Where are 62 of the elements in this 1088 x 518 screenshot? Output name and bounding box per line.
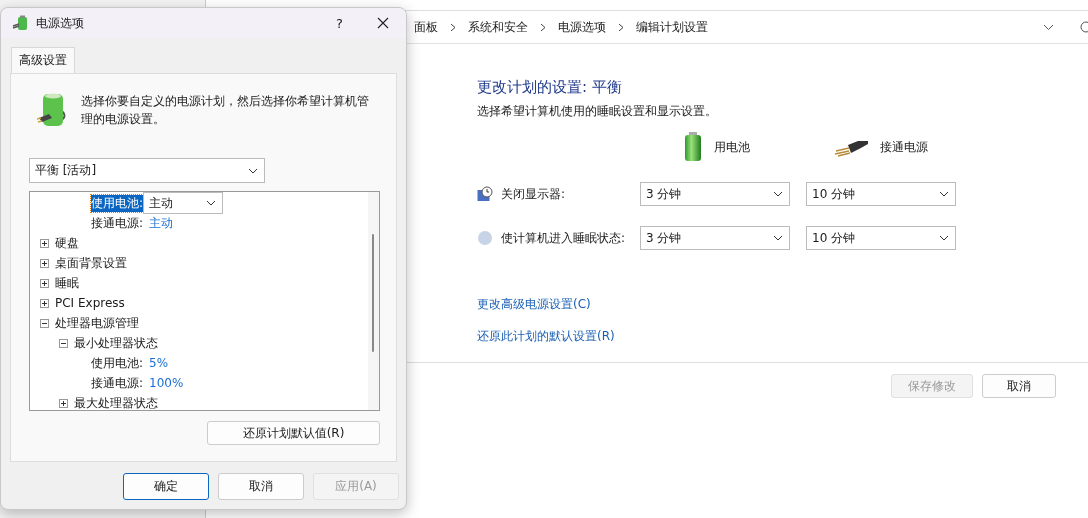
description-text: 选择你要自定义的电源计划，然后选择你希望计算机管理的电源设置。 bbox=[81, 93, 370, 128]
expand-icon[interactable] bbox=[40, 298, 49, 308]
restore-defaults-button[interactable]: 还原计划默认值(R) bbox=[207, 421, 380, 445]
chevron-down-icon[interactable] bbox=[1043, 23, 1054, 31]
dropdown[interactable]: 主动 bbox=[143, 192, 224, 214]
chevron-down-icon bbox=[248, 167, 258, 174]
tree-item[interactable]: 睡眠 bbox=[55, 274, 79, 292]
chevron-down-icon bbox=[206, 200, 217, 206]
button[interactable]: 确定 bbox=[123, 473, 209, 500]
link[interactable]: 还原此计划的默认设置(R) bbox=[477, 328, 615, 345]
tree-item[interactable]: 处理器电源管理 bbox=[55, 314, 139, 332]
breadcrumb-item[interactable]: 电源选项 bbox=[558, 18, 606, 36]
breadcrumb-item[interactable]: 系统和安全 bbox=[468, 18, 528, 36]
help-button[interactable]: ? bbox=[336, 15, 343, 31]
button[interactable]: 取消 bbox=[218, 473, 304, 500]
dropdown[interactable]: 10 分钟 bbox=[806, 182, 956, 206]
expand-icon[interactable] bbox=[40, 258, 49, 268]
tree-item[interactable]: 桌面背景设置 bbox=[55, 254, 127, 272]
dropdown[interactable]: 3 分钟 bbox=[640, 182, 790, 206]
link[interactable]: 更改高级电源设置(C) bbox=[477, 296, 591, 313]
expand-icon[interactable] bbox=[59, 398, 68, 408]
expand-icon[interactable] bbox=[40, 278, 49, 288]
setting-label: 接通电源: bbox=[91, 374, 144, 392]
plan-dropdown[interactable]: 平衡 [活动] bbox=[29, 158, 265, 183]
tree-item[interactable]: 最小处理器状态 bbox=[74, 334, 158, 352]
tab[interactable]: 高级设置 bbox=[11, 47, 75, 73]
tree-item[interactable]: 最大处理器状态 bbox=[74, 394, 158, 410]
page-subtitle: 选择希望计算机使用的睡眠设置和显示设置。 bbox=[477, 103, 718, 120]
collapse-icon[interactable] bbox=[59, 338, 68, 348]
setting-label[interactable]: 接通电源: bbox=[91, 214, 144, 232]
setting-value[interactable]: 主动 bbox=[149, 214, 174, 232]
breadcrumb-item[interactable]: 编辑计划设置 bbox=[636, 18, 708, 36]
page-title: 更改计划的设置: 平衡 bbox=[477, 78, 623, 97]
scrollbar-thumb[interactable] bbox=[372, 234, 374, 352]
setting-label: 关闭显示器: bbox=[501, 185, 566, 203]
battery-icon bbox=[684, 132, 702, 162]
chevron-down-icon bbox=[939, 235, 949, 241]
window-title: 电源选项 bbox=[36, 14, 85, 32]
setting-label[interactable]: 使用电池: bbox=[91, 194, 144, 212]
setting-value[interactable]: 100% bbox=[149, 376, 184, 390]
setting-value[interactable]: 5% bbox=[149, 356, 169, 370]
breadcrumb-item[interactable]: 面板 bbox=[414, 18, 438, 36]
dropdown[interactable]: 3 分钟 bbox=[640, 226, 790, 250]
column-header: 接通电源 bbox=[880, 138, 928, 156]
tree-item[interactable]: PCI Express bbox=[55, 296, 125, 310]
chevron-right-icon bbox=[450, 22, 456, 32]
close-icon[interactable] bbox=[377, 17, 389, 29]
chevron-right-icon bbox=[618, 22, 624, 32]
battery-plug-icon bbox=[12, 15, 28, 31]
expand-icon[interactable] bbox=[40, 238, 49, 248]
collapse-icon[interactable] bbox=[40, 318, 49, 328]
dropdown[interactable]: 10 分钟 bbox=[806, 226, 956, 250]
setting-label: 使计算机进入睡眠状态: bbox=[501, 229, 626, 247]
chevron-down-icon bbox=[939, 191, 949, 197]
tree-item[interactable]: 硬盘 bbox=[55, 234, 79, 252]
chevron-down-icon bbox=[773, 235, 783, 241]
button[interactable]: 取消 bbox=[982, 374, 1056, 398]
chevron-down-icon bbox=[773, 191, 783, 197]
column-header: 用电池 bbox=[714, 138, 750, 156]
chevron-right-icon bbox=[540, 22, 546, 32]
setting-label: 使用电池: bbox=[91, 354, 144, 372]
monitor-clock-icon bbox=[477, 186, 493, 202]
